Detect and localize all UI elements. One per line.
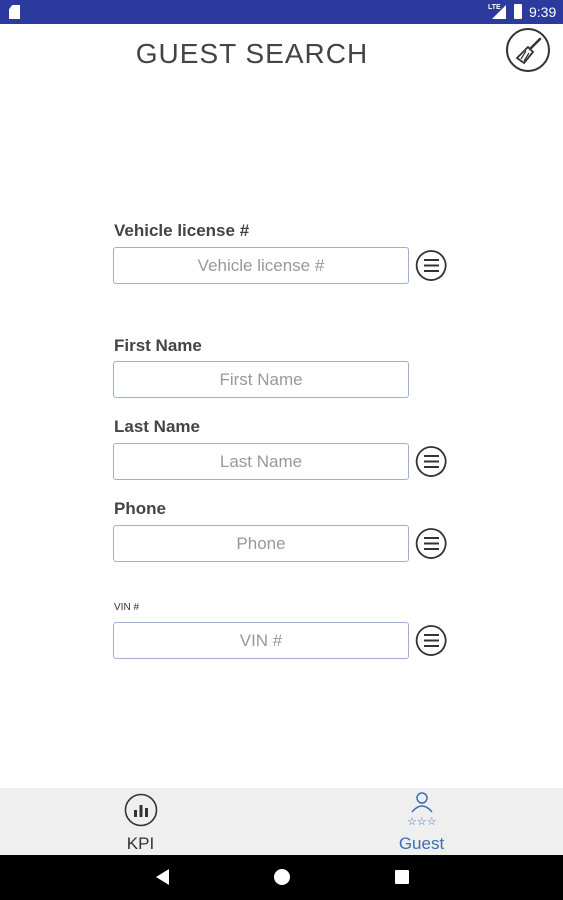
bottom-nav: KPI ☆☆☆ Guest	[0, 788, 563, 855]
broom-icon	[515, 37, 542, 65]
vehicle-license-label: Vehicle license #	[114, 221, 250, 240]
network-type: LTE	[488, 4, 501, 11]
bar-chart-icon	[124, 793, 158, 827]
battery-icon	[514, 4, 522, 19]
phone-input[interactable]	[113, 525, 409, 562]
nav-label-kpi: KPI	[126, 834, 155, 853]
system-nav-bar	[0, 855, 563, 900]
sd-card-icon	[9, 5, 20, 19]
vin-list-icon[interactable]	[415, 624, 448, 657]
last-name-input[interactable]	[113, 443, 409, 480]
phone-label: Phone	[114, 499, 166, 518]
guest-rating-icon: ☆☆☆	[407, 792, 437, 828]
phone-list-icon[interactable]	[415, 527, 448, 560]
clear-button[interactable]	[506, 28, 550, 72]
nav-label-guest: Guest	[398, 834, 445, 853]
back-icon[interactable]	[156, 869, 169, 885]
vin-label: VIN #	[114, 602, 140, 613]
last-name-list-icon[interactable]	[415, 445, 448, 478]
vehicle-license-list-icon[interactable]	[415, 249, 448, 282]
home-icon[interactable]	[274, 869, 290, 885]
nav-item-guest[interactable]: ☆☆☆ Guest	[281, 788, 562, 855]
status-bar: LTE 9:39	[0, 0, 563, 24]
last-name-label: Last Name	[114, 417, 200, 436]
nav-item-kpi[interactable]: KPI	[0, 788, 281, 855]
recent-apps-icon[interactable]	[395, 870, 409, 884]
status-time: 9:39	[529, 4, 557, 20]
svg-text:☆☆☆: ☆☆☆	[407, 815, 437, 828]
vin-input[interactable]	[113, 622, 409, 659]
first-name-label: First Name	[114, 336, 202, 355]
vehicle-license-input[interactable]	[113, 247, 409, 284]
page-title: GUEST SEARCH	[135, 38, 369, 69]
first-name-input[interactable]	[113, 361, 409, 398]
